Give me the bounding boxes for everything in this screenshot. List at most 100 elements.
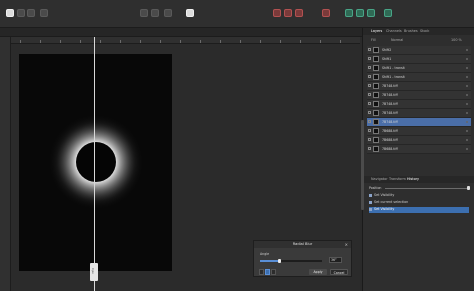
ruler-guide-line[interactable] <box>94 37 95 291</box>
toolbar-smudge-icon[interactable] <box>295 9 303 17</box>
history-item[interactable]: Set Visibility <box>369 193 469 199</box>
layer-visibility-icon[interactable] <box>466 130 468 132</box>
fill-label[interactable]: Fill <box>371 38 376 42</box>
toolbar-erase-icon[interactable] <box>273 9 281 17</box>
tab-stock[interactable]: Stock <box>420 29 429 33</box>
tab-layers[interactable]: Layers <box>371 29 382 33</box>
close-icon[interactable]: × <box>345 242 348 247</box>
main-toolbar <box>0 0 474 28</box>
layer-thumbnail <box>373 74 379 80</box>
history-item-label: Set Visibility <box>374 193 395 197</box>
compare-toggle-icon[interactable] <box>271 269 276 275</box>
persona-liquify-icon[interactable] <box>17 9 25 17</box>
angle-input[interactable]: 36° <box>329 257 342 263</box>
history-slider-knob[interactable] <box>467 186 470 190</box>
ruler-horizontal[interactable] <box>10 37 360 44</box>
visibility-checkbox[interactable] <box>368 57 371 60</box>
blend-mode-select[interactable]: Normal <box>391 38 403 42</box>
visibility-checkbox[interactable] <box>368 120 371 123</box>
persona-photo-icon[interactable] <box>6 9 14 17</box>
guide-handle[interactable]: 0 px <box>90 263 98 281</box>
preview-toggle-icon[interactable] <box>259 269 264 275</box>
layer-visibility-icon[interactable] <box>466 67 468 69</box>
layer-row[interactable]: 7B748.tiff <box>367 82 471 91</box>
layer-name: 7B748.tiff <box>382 120 398 124</box>
visibility-checkbox[interactable] <box>368 75 371 78</box>
right-panel: Layers Channels Brushes Stock Fill Norma… <box>362 28 474 291</box>
layer-name: Shift1 - transit <box>382 75 405 79</box>
toolbar-zoom-icon[interactable] <box>384 9 392 17</box>
layer-name: 7B748.tiff <box>382 84 398 88</box>
layer-row[interactable]: Shift2 <box>367 46 471 55</box>
toolbar-pick-icon[interactable] <box>367 9 375 17</box>
visibility-checkbox[interactable] <box>368 102 371 105</box>
dialog-title: Radial Blur <box>254 241 351 248</box>
angle-slider-knob[interactable] <box>277 259 281 263</box>
toolbar-star-icon[interactable] <box>151 9 159 17</box>
layer-row[interactable]: 7B688.tiff <box>367 127 471 136</box>
history-slider[interactable] <box>385 188 469 189</box>
history-item[interactable]: Set current selection <box>369 200 469 206</box>
persona-export-icon[interactable] <box>40 9 48 17</box>
layer-row[interactable]: 7B748.tiff <box>367 100 471 109</box>
persona-develop-icon[interactable] <box>27 9 35 17</box>
layer-visibility-icon[interactable] <box>466 103 468 105</box>
toolbar-brush-icon[interactable] <box>140 9 148 17</box>
layer-name: 7B748.tiff <box>382 93 398 97</box>
toolbar-fill-icon[interactable] <box>345 9 353 17</box>
layer-visibility-icon[interactable] <box>466 58 468 60</box>
visibility-checkbox[interactable] <box>368 84 371 87</box>
layer-visibility-icon[interactable] <box>466 112 468 114</box>
layer-name: 7B748.tiff <box>382 102 398 106</box>
ruler-vertical[interactable] <box>0 37 11 291</box>
merge-toggle-icon[interactable] <box>265 269 270 275</box>
layer-visibility-icon[interactable] <box>466 121 468 123</box>
visibility-checkbox[interactable] <box>368 129 371 132</box>
radial-blur-dialog: Radial Blur × Angle 36° Apply Cancel <box>253 240 352 277</box>
layer-row[interactable]: 7B688.tiff <box>367 145 471 154</box>
tab-channels[interactable]: Channels <box>386 29 402 33</box>
visibility-checkbox[interactable] <box>368 93 371 96</box>
layer-name: Shift1 <box>382 57 392 61</box>
layer-visibility-icon[interactable] <box>466 49 468 51</box>
visibility-checkbox[interactable] <box>368 138 371 141</box>
layer-visibility-icon[interactable] <box>466 76 468 78</box>
tab-transform[interactable]: Transform <box>389 177 406 181</box>
toolbar-text-icon[interactable] <box>356 9 364 17</box>
visibility-checkbox[interactable] <box>368 66 371 69</box>
layer-name: Shift2 <box>382 48 392 52</box>
layer-thumbnail <box>373 101 379 107</box>
layer-row[interactable]: Shift1 - transit <box>367 64 471 73</box>
toolbar-shape-icon[interactable] <box>164 9 172 17</box>
apply-button[interactable]: Apply <box>309 269 327 275</box>
layer-row[interactable]: 7B688.tiff <box>367 136 471 145</box>
visibility-checkbox[interactable] <box>368 48 371 51</box>
opacity-value[interactable]: 100 % <box>451 38 462 42</box>
tab-history[interactable]: History <box>407 177 419 181</box>
layer-visibility-icon[interactable] <box>466 85 468 87</box>
layer-row[interactable]: 7B748.tiff <box>367 109 471 118</box>
layer-row[interactable]: Shift1 - transit <box>367 73 471 82</box>
angle-slider-fill <box>260 260 280 262</box>
visibility-checkbox[interactable] <box>368 147 371 150</box>
toolbar-assist-icon[interactable] <box>186 9 194 17</box>
toolbar-dodge-icon[interactable] <box>322 9 330 17</box>
history-item-current[interactable]: Set Visibility <box>369 207 469 213</box>
toolbar-blur-icon[interactable] <box>284 9 292 17</box>
panel-scrollbar[interactable] <box>361 120 364 210</box>
layer-row[interactable]: Shift1 <box>367 55 471 64</box>
layer-visibility-icon[interactable] <box>466 94 468 96</box>
tab-brushes[interactable]: Brushes <box>404 29 418 33</box>
history-position-label: Position <box>369 186 382 190</box>
document-image[interactable] <box>19 54 172 271</box>
cancel-button[interactable]: Cancel <box>330 269 348 275</box>
layer-row[interactable]: 7B748.tiff <box>367 91 471 100</box>
visibility-checkbox[interactable] <box>368 111 371 114</box>
layer-visibility-icon[interactable] <box>466 139 468 141</box>
tab-navigator[interactable]: Navigator <box>371 177 388 181</box>
history-item-label: Set current selection <box>374 200 409 204</box>
layer-thumbnail <box>373 146 379 152</box>
layer-row[interactable]: 7B748.tiff <box>367 118 471 127</box>
layer-visibility-icon[interactable] <box>466 148 468 150</box>
angle-slider[interactable] <box>260 259 322 263</box>
